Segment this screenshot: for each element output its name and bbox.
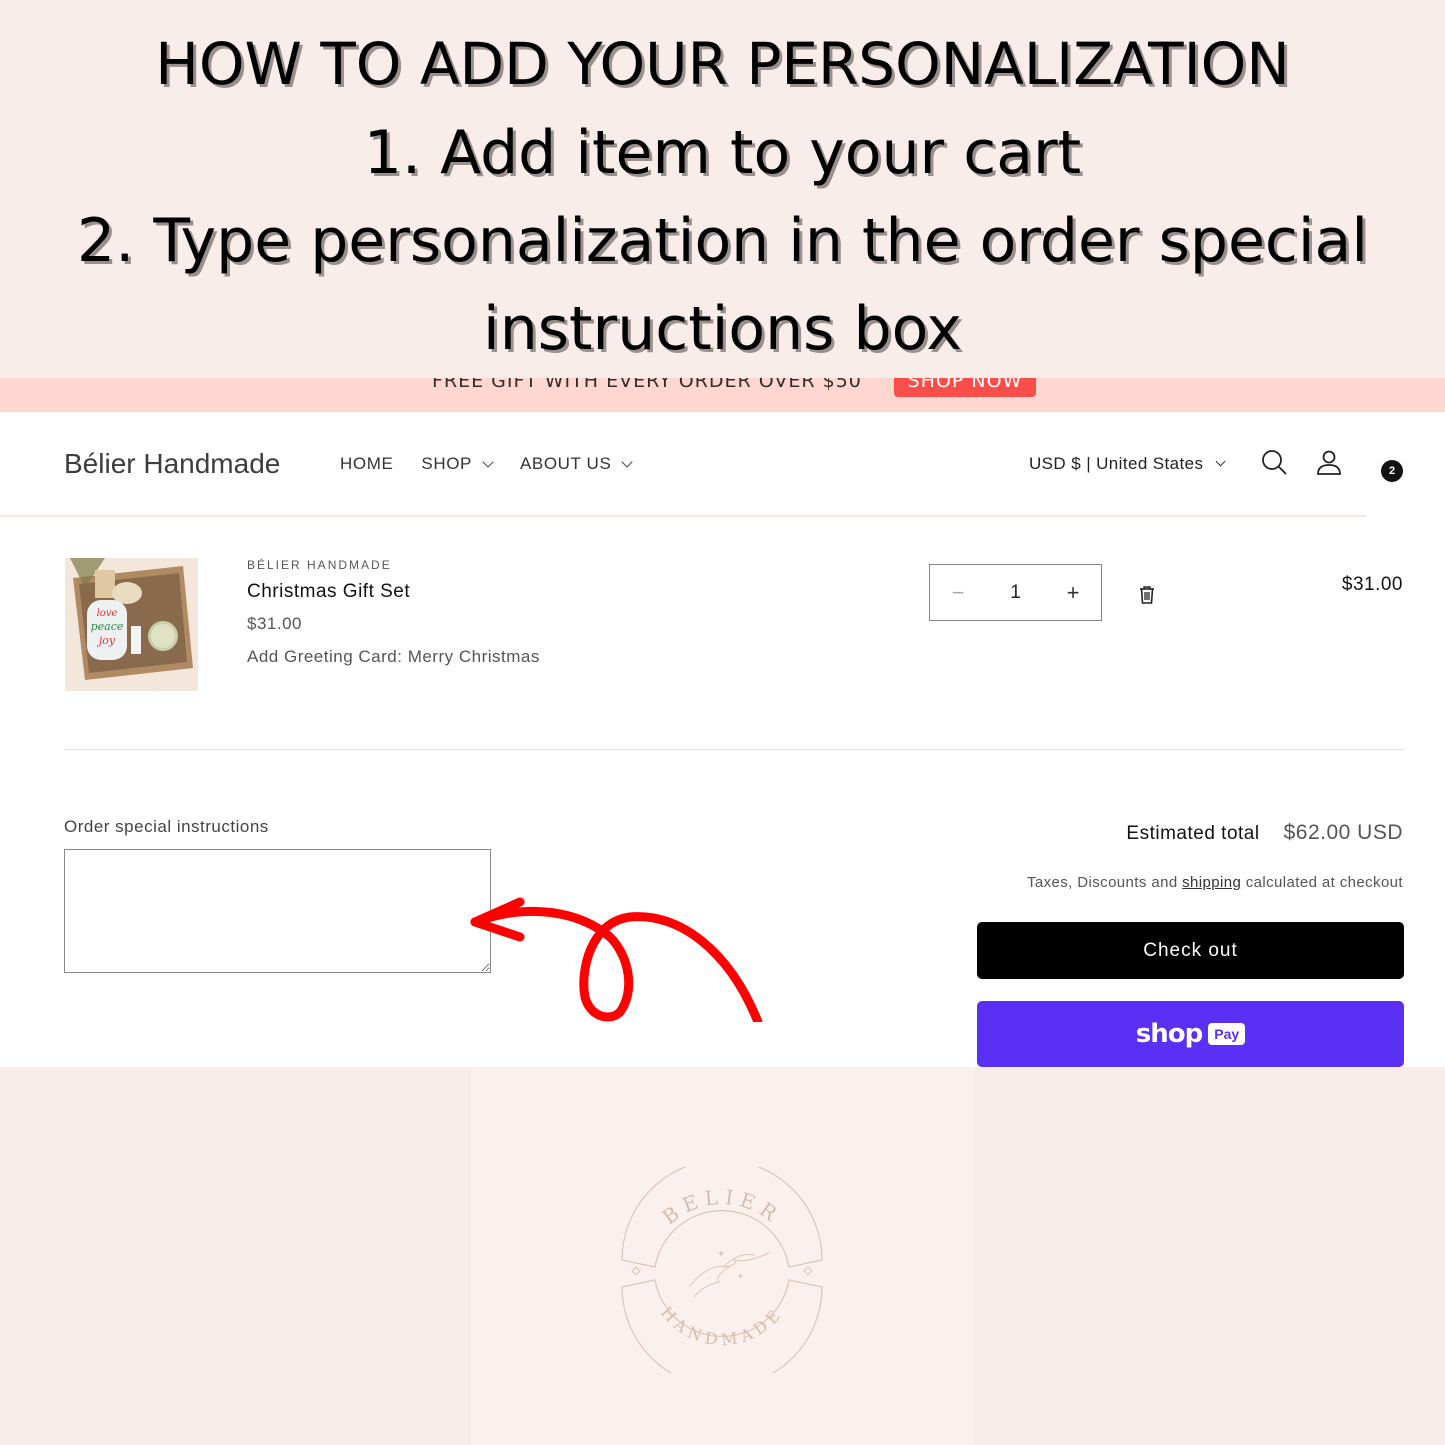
shop-pay-badge: Pay: [1208, 1023, 1246, 1045]
currency-label: USD $ | United States: [1029, 454, 1204, 473]
currency-selector[interactable]: USD $ | United States: [1029, 454, 1226, 474]
instructions-step-1: 1. Add item to your cart: [363, 118, 1082, 188]
mug-text-joy: joy: [96, 634, 116, 647]
site-header: Bélier Handmade HOME SHOP ABOUT US USD $…: [0, 412, 1445, 994]
chevron-down-icon: [1215, 456, 1226, 467]
cart-count-badge: 2: [1381, 460, 1403, 482]
svg-text:HANDMADE: HANDMADE: [657, 1303, 787, 1350]
nav-item-label: SHOP: [421, 454, 472, 473]
instructions-step-2: 2. Type personalization in the order spe…: [77, 206, 1368, 276]
search-icon[interactable]: [1260, 448, 1290, 478]
estimated-total-amount: $62.00 USD: [1283, 821, 1403, 844]
estimated-total-label: Estimated total: [1126, 823, 1260, 844]
line-item-total: $31.00: [1341, 574, 1403, 595]
footer-image-tiles: BELIER HANDMADE ✦ ✦: [0, 1067, 1445, 1445]
product-name-link[interactable]: Christmas Gift Set: [247, 581, 410, 603]
product-vendor: BÉLIER HANDMADE: [247, 558, 392, 572]
product-image[interactable]: love peace joy: [65, 558, 198, 691]
shipping-link[interactable]: shipping: [1182, 874, 1241, 891]
shop-pay-logo-text: shop: [1135, 1019, 1203, 1049]
tax-note-suffix: calculated at checkout: [1241, 874, 1403, 891]
footer-tile-right: [974, 1067, 1445, 1445]
trash-icon[interactable]: [1138, 585, 1156, 605]
nav-item-shop[interactable]: SHOP: [421, 454, 494, 474]
nav-item-label: ABOUT US: [519, 454, 612, 473]
sparkle-icon: ✦: [717, 1249, 725, 1260]
account-icon[interactable]: [1314, 448, 1344, 478]
shop-pay-button[interactable]: shop Pay: [977, 1001, 1404, 1067]
sparkle-icon: ✦: [737, 1272, 744, 1281]
order-special-instructions-input[interactable]: [64, 849, 491, 973]
cart-page: love peace joy BÉLIER HANDMADE Christmas…: [0, 517, 1445, 1067]
mug-text-peace: peace: [91, 620, 124, 633]
decrease-quantity-button[interactable]: −: [946, 580, 970, 606]
quantity-input[interactable]: 1: [996, 582, 1036, 604]
nav-item-about-us[interactable]: ABOUT US: [519, 454, 634, 474]
quantity-stepper: − 1 +: [929, 564, 1102, 621]
tax-note: Taxes, Discounts and shipping calculated…: [1027, 874, 1403, 891]
footer-tile-left: [0, 1067, 471, 1445]
emblem-bottom-text: HANDMADE: [657, 1303, 782, 1350]
checkout-button[interactable]: Check out: [977, 922, 1404, 979]
instructions-overlay: HOW TO ADD YOUR PERSONALIZATION 1. Add i…: [0, 0, 1445, 378]
footer-tile-center: BELIER HANDMADE ✦ ✦: [471, 1067, 974, 1445]
cart-divider: [64, 749, 1404, 750]
belier-emblem-logo: BELIER HANDMADE ✦ ✦: [621, 1167, 823, 1373]
emblem-top-text: BELIER: [658, 1185, 780, 1229]
gift-set-photo: love peace joy: [65, 558, 198, 691]
store-logo[interactable]: Bélier Handmade: [64, 448, 280, 480]
svg-text:BELIER: BELIER: [658, 1185, 786, 1229]
tax-note-prefix: Taxes, Discounts and: [1026, 874, 1183, 891]
nav-item-label: HOME: [340, 454, 394, 473]
product-price: $31.00: [247, 614, 302, 633]
increase-quantity-button[interactable]: +: [1061, 580, 1085, 606]
instructions-step-2-continued: instructions box: [483, 294, 962, 364]
nav-item-home[interactable]: HOME: [340, 454, 393, 474]
chevron-down-icon: [482, 455, 494, 468]
main-nav: HOME SHOP ABOUT US: [340, 454, 659, 474]
instructions-title: HOW TO ADD YOUR PERSONALIZATION: [155, 30, 1290, 98]
order-notes-label: Order special instructions: [64, 817, 269, 836]
chevron-down-icon: [621, 455, 634, 468]
mug-text-love: love: [97, 608, 118, 619]
product-option: Add Greeting Card: Merry Christmas: [247, 647, 540, 666]
estimated-total: Estimated total $62.00 USD: [1126, 821, 1403, 845]
red-arrow-annotation: [470, 897, 763, 1022]
